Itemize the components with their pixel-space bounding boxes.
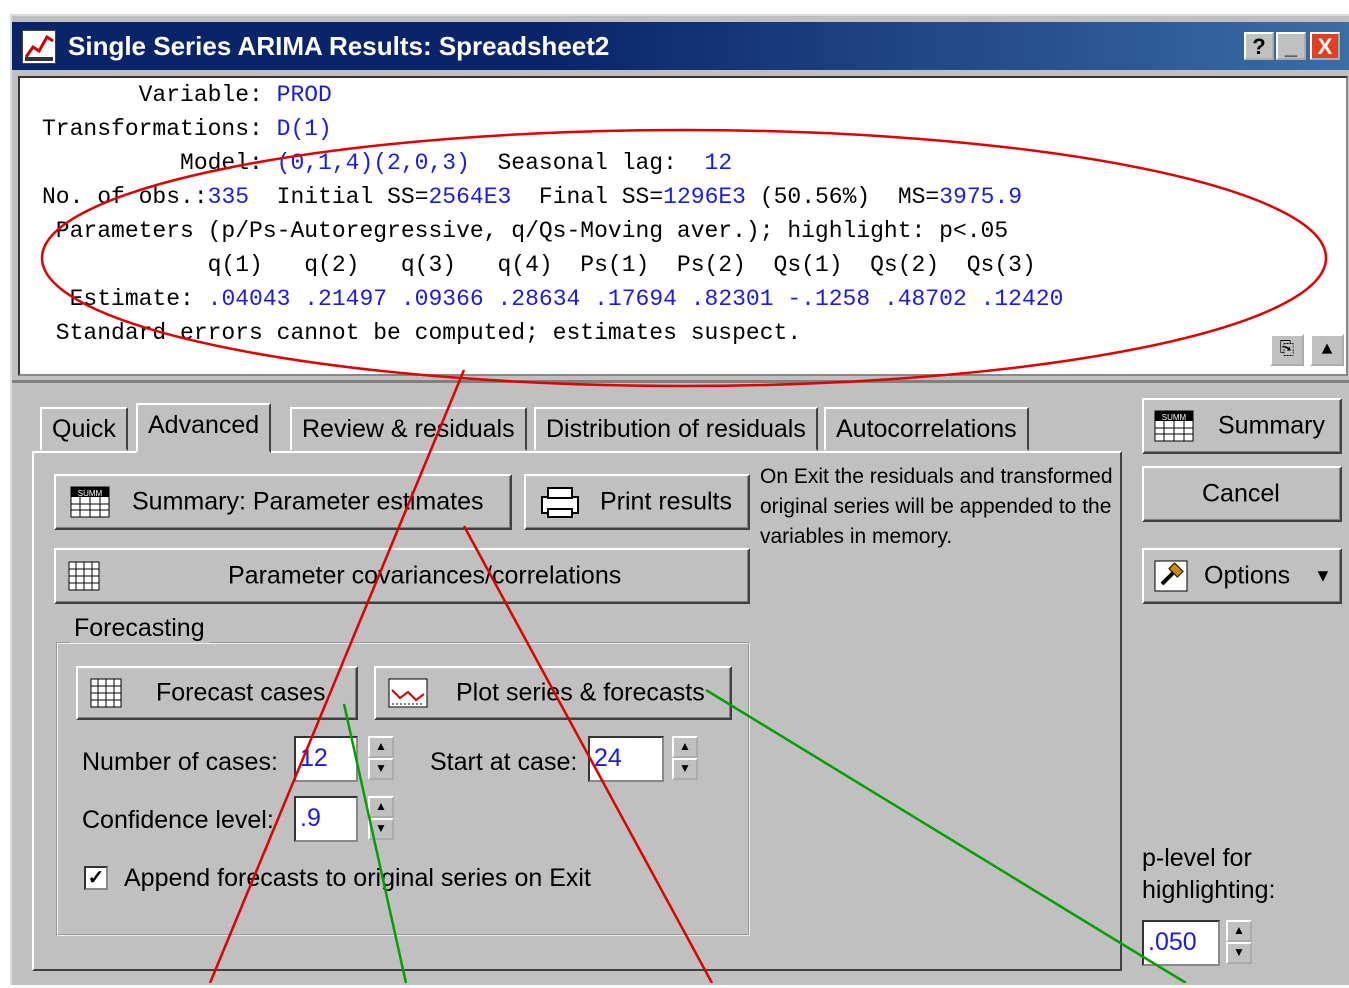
spin-up-icon[interactable]: ▲ [672,736,698,758]
output-line-model: Model: (0,1,4)(2,0,3) Seasonal lag: 12 [42,150,732,176]
start-at-case-input[interactable]: 24 [588,736,664,782]
output-line-transformations: Transformations: D(1) [42,116,332,142]
plevel-input[interactable]: .050 [1142,920,1220,966]
scroll-up-button[interactable]: ▲ [1310,334,1344,366]
forecast-cases-label: Forecast cases [156,678,326,707]
confidence-level-label: Confidence level: [82,806,274,834]
label-model: Model: [42,150,277,176]
output-line-warning: Standard errors cannot be computed; esti… [42,320,802,346]
number-of-cases-label: Number of cases: [82,748,278,776]
label-final-ss: Final SS= [511,184,664,210]
plot-series-forecasts-button[interactable]: Plot series & forecasts [374,666,732,720]
append-forecasts-checkbox[interactable]: ✓ [84,866,108,890]
print-results-button[interactable]: Print results [524,474,750,530]
copy-icon: ⎘ [1279,340,1295,360]
label-initial-ss: Initial SS= [249,184,429,210]
summary-button[interactable]: SUMM Summary [1142,398,1342,454]
results-output-pane[interactable]: Variable: PROD Transformations: D(1) Mod… [18,76,1348,376]
output-line-parameters-header: Parameters (p/Ps-Autoregressive, q/Qs-Mo… [42,218,1009,244]
number-of-cases-spinner[interactable]: ▲ ▼ [368,736,394,782]
spin-up-icon[interactable]: ▲ [368,796,394,818]
spin-up-icon[interactable]: ▲ [1226,920,1252,942]
tab-review-residuals[interactable]: Review & residuals [290,407,527,451]
output-line-obs: No. of obs.:335 Initial SS=2564E3 Final … [42,184,1022,210]
label-variable: Variable: [42,82,277,108]
svg-text:SUMM: SUMM [1162,413,1187,422]
plevel-label-line2: highlighting: [1142,876,1276,904]
number-of-cases-input[interactable]: 12 [294,736,358,782]
spin-up-icon[interactable]: ▲ [368,736,394,758]
value-initial-ss: 2564E3 [428,184,512,210]
label-estimate: Estimate: [42,286,208,312]
tab-advanced[interactable]: Advanced [136,403,272,453]
value-model: (0,1,4)(2,0,3) [276,150,470,176]
label-ms: MS= [870,184,940,210]
window-title: Single Series ARIMA Results: Spreadsheet… [68,31,610,61]
arima-results-window: Single Series ARIMA Results: Spreadsheet… [10,14,1349,985]
forecasting-group-title: Forecasting [70,614,209,643]
spin-down-icon[interactable]: ▼ [1226,942,1252,964]
output-line-param-names: q(1) q(2) q(3) q(4) Ps(1) Ps(2) Qs(1) Qs… [42,252,1036,278]
summary-table-icon: SUMM [70,486,110,518]
start-at-case-label: Start at case: [430,748,578,776]
summary-parameter-estimates-label: Summary: Parameter estimates [132,487,484,516]
chart-app-icon [22,30,56,64]
exit-note: On Exit the residuals and transformed or… [760,465,1113,548]
value-estimates: .04043 .21497 .09366 .28634 .17694 .8230… [207,286,1064,312]
value-ms: 3975.9 [939,184,1023,210]
minimize-button[interactable]: _ [1276,32,1306,60]
tab-autocorrelations[interactable]: Autocorrelations [824,407,1029,451]
summary-table-icon: SUMM [1154,410,1194,442]
forecast-cases-button[interactable]: Forecast cases [76,666,358,720]
options-button[interactable]: Options ▼ [1142,548,1342,604]
value-final-ss: 1296E3 [663,184,746,210]
printer-icon [541,487,579,518]
plevel-spinner[interactable]: ▲ ▼ [1226,920,1252,966]
tab-quick[interactable]: Quick [40,407,128,451]
value-seasonal-lag: 12 [704,150,733,176]
print-results-label: Print results [600,487,732,516]
dropdown-arrow-icon: ▼ [1314,565,1332,586]
spin-down-icon[interactable]: ▼ [368,818,394,840]
value-variable: PROD [276,82,332,108]
value-transformations: D(1) [276,116,332,142]
output-line-estimates: Estimate: .04043 .21497 .09366 .28634 .1… [42,286,1064,312]
svg-text:SUMM: SUMM [78,489,103,498]
plot-series-forecasts-label: Plot series & forecasts [456,678,705,707]
value-no-obs: 335 [207,184,250,210]
title-bar: Single Series ARIMA Results: Spreadsheet… [12,22,1349,70]
spin-down-icon[interactable]: ▼ [368,758,394,780]
append-forecasts-label: Append forecasts to original series on E… [124,864,591,892]
label-transformations: Transformations: [42,116,277,142]
plevel-label-line1: p-level for [1142,844,1252,872]
label-no-obs: No. of obs.: [42,184,208,210]
table-icon [90,678,122,708]
parameter-covariances-label: Parameter covariances/correlations [228,561,622,590]
scroll-up-icon: ▲ [1321,340,1333,360]
cancel-button[interactable]: Cancel [1142,466,1342,522]
output-line-variable: Variable: PROD [42,82,332,108]
tab-distribution-residuals[interactable]: Distribution of residuals [534,407,818,451]
close-button[interactable]: X [1310,32,1340,60]
help-button[interactable]: ? [1244,32,1274,60]
cancel-label: Cancel [1202,479,1280,508]
line-plot-icon [388,678,428,708]
label-seasonal-lag: Seasonal lag: [469,150,705,176]
confidence-level-input[interactable]: .9 [294,796,358,842]
matrix-icon [68,561,100,591]
spin-down-icon[interactable]: ▼ [672,758,698,780]
summary-label: Summary [1218,411,1325,440]
copy-output-button[interactable]: ⎘ [1270,334,1304,366]
start-at-case-spinner[interactable]: ▲ ▼ [672,736,698,782]
value-final-ss-pct: (50.56%) [745,184,871,210]
parameter-covariances-button[interactable]: Parameter covariances/correlations [54,548,750,604]
options-label: Options [1204,561,1291,590]
hammer-icon [1154,560,1188,592]
summary-parameter-estimates-button[interactable]: SUMM Summary: Parameter estimates [54,474,512,530]
confidence-level-spinner[interactable]: ▲ ▼ [368,796,394,842]
